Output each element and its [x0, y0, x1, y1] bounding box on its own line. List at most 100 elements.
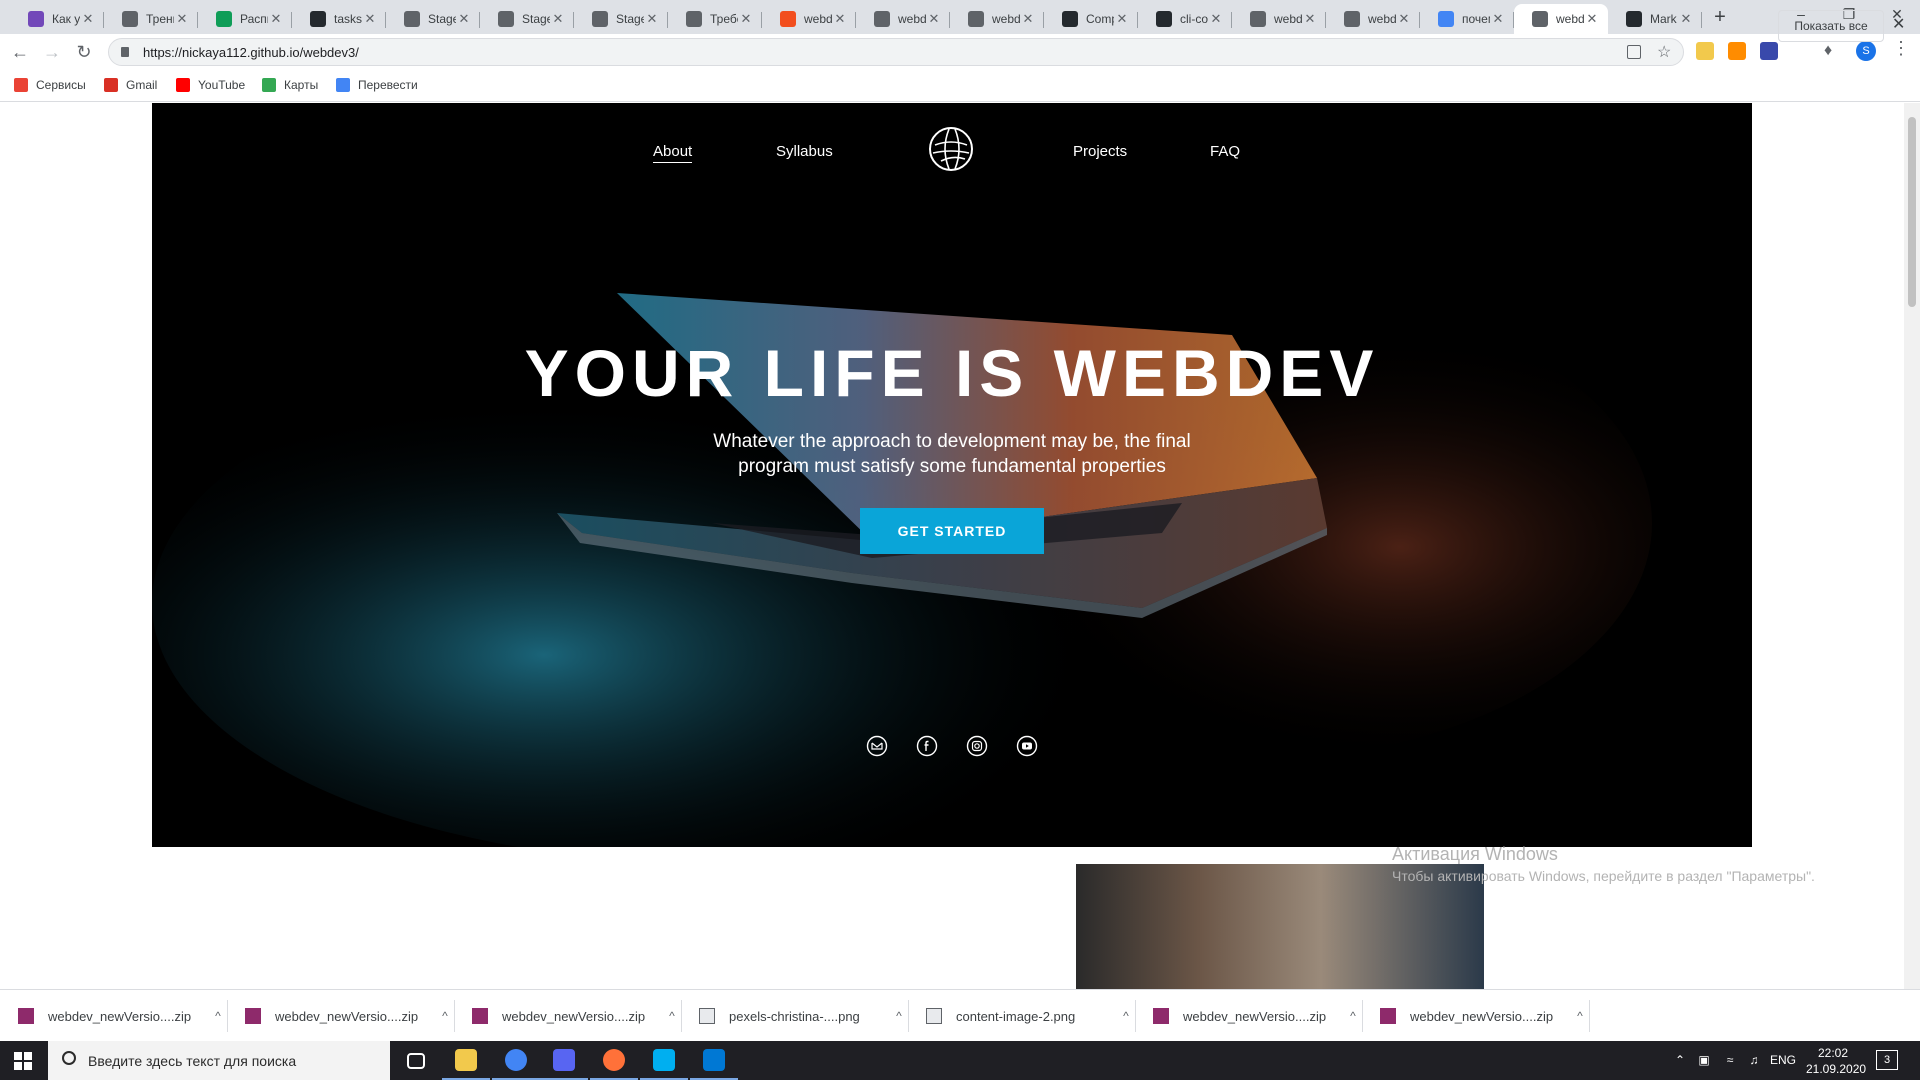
chevron-up-icon[interactable]: ^ — [1116, 1009, 1136, 1023]
close-tab-icon[interactable]: ✕ — [738, 11, 754, 27]
browser-tab[interactable]: cli-co ✕ — [1138, 4, 1232, 34]
browser-tab[interactable]: Stage✕ — [480, 4, 574, 34]
download-item[interactable]: webdev_newVersio....zip ^ — [0, 990, 228, 1042]
close-downloads-button[interactable]: ✕ — [1892, 14, 1905, 34]
close-tab-icon[interactable]: ✕ — [80, 11, 96, 27]
nav-syllabus[interactable]: Syllabus — [776, 143, 833, 160]
browser-tab[interactable]: webd ✕ — [856, 4, 950, 34]
chevron-up-icon[interactable]: ^ — [1570, 1009, 1590, 1023]
tab-title: почем — [1462, 12, 1490, 26]
close-tab-icon[interactable]: ✕ — [1020, 11, 1036, 27]
tray-chevron-icon[interactable]: ⌃ — [1672, 1053, 1688, 1069]
nav-projects[interactable]: Projects — [1073, 143, 1127, 160]
close-tab-icon[interactable]: ✕ — [1584, 11, 1600, 27]
browser-tab[interactable]: Comp✕ — [1044, 4, 1138, 34]
facebook-icon[interactable] — [916, 735, 938, 757]
profile-avatar[interactable]: S — [1856, 41, 1876, 61]
back-button[interactable]: ← — [8, 40, 32, 64]
download-item[interactable]: content-image-2.png ^ — [908, 990, 1136, 1042]
browser-tab[interactable]: Как у ✕ — [10, 4, 104, 34]
browser-tab[interactable]: tasks/✕ — [292, 4, 386, 34]
mail-icon[interactable] — [866, 735, 888, 757]
instagram-icon[interactable] — [966, 735, 988, 757]
site-logo-icon[interactable] — [927, 125, 975, 173]
download-item[interactable]: webdev_newVersio....zip ^ — [1362, 990, 1590, 1042]
close-tab-icon[interactable]: ✕ — [1302, 11, 1318, 27]
browser-tab[interactable]: webd ✕ — [762, 4, 856, 34]
bookmark-item[interactable]: Сервисы — [14, 78, 86, 92]
close-tab-icon[interactable]: ✕ — [456, 11, 472, 27]
browser-tab[interactable]: webd ✕ — [1326, 4, 1420, 34]
extension-icon[interactable] — [1696, 42, 1714, 60]
taskbar-app[interactable] — [640, 1041, 688, 1080]
nav-faq[interactable]: FAQ — [1210, 143, 1240, 160]
close-tab-icon[interactable]: ✕ — [1678, 11, 1694, 27]
download-item[interactable]: webdev_newVersio....zip ^ — [227, 990, 455, 1042]
download-item[interactable]: pexels-christina-....png ^ — [681, 990, 909, 1042]
address-bar[interactable]: https://nickaya112.github.io/webdev3/ ☆ — [108, 38, 1684, 66]
tray-wifi-icon[interactable]: ≈ — [1722, 1053, 1738, 1069]
close-tab-icon[interactable]: ✕ — [174, 11, 190, 27]
browser-tab[interactable]: Трени✕ — [104, 4, 198, 34]
browser-tab[interactable]: webd ✕ — [1514, 4, 1608, 34]
chevron-up-icon[interactable]: ^ — [889, 1009, 909, 1023]
close-tab-icon[interactable]: ✕ — [1208, 11, 1224, 27]
chevron-up-icon[interactable]: ^ — [435, 1009, 455, 1023]
close-tab-icon[interactable]: ✕ — [1490, 11, 1506, 27]
bookmark-item[interactable]: YouTube — [176, 78, 245, 92]
get-started-button[interactable]: GET STARTED — [860, 508, 1044, 554]
page-scrollbar[interactable] — [1904, 103, 1920, 989]
show-all-downloads-button[interactable]: Показать все — [1778, 10, 1884, 42]
url-text[interactable]: https://nickaya112.github.io/webdev3/ — [143, 45, 359, 60]
chevron-up-icon[interactable]: ^ — [208, 1009, 228, 1023]
close-tab-icon[interactable]: ✕ — [362, 11, 378, 27]
clock[interactable]: 22:02 21.09.2020 — [1806, 1045, 1866, 1077]
close-tab-icon[interactable]: ✕ — [832, 11, 848, 27]
menu-icon[interactable]: ⋮ — [1892, 38, 1910, 59]
youtube-icon[interactable] — [1016, 735, 1038, 757]
browser-tab[interactable]: Mark ✕ — [1608, 4, 1702, 34]
reload-button[interactable]: ↻ — [72, 40, 96, 64]
extensions-puzzle-icon[interactable]: ♦ — [1824, 42, 1832, 60]
taskbar-app[interactable] — [492, 1041, 540, 1080]
taskbar-app[interactable] — [690, 1041, 738, 1080]
bookmark-item[interactable]: Gmail — [104, 78, 157, 92]
extension-icon[interactable] — [1760, 42, 1778, 60]
forward-button[interactable]: → — [40, 40, 64, 64]
browser-tab[interactable]: webd ✕ — [1232, 4, 1326, 34]
browser-tab[interactable]: почем✕ — [1420, 4, 1514, 34]
new-tab-button[interactable]: + — [1708, 6, 1732, 30]
close-tab-icon[interactable]: ✕ — [268, 11, 284, 27]
close-tab-icon[interactable]: ✕ — [1114, 11, 1130, 27]
close-tab-icon[interactable]: ✕ — [1396, 11, 1412, 27]
browser-tab[interactable]: Требо✕ — [668, 4, 762, 34]
browser-tab[interactable]: Stage✕ — [574, 4, 668, 34]
windows-start-icon[interactable] — [14, 1052, 32, 1070]
chevron-up-icon[interactable]: ^ — [1343, 1009, 1363, 1023]
nav-about[interactable]: About — [653, 143, 693, 163]
taskbar-app[interactable] — [392, 1041, 440, 1080]
download-item[interactable]: webdev_newVersio....zip ^ — [1135, 990, 1363, 1042]
browser-tab[interactable]: Stage✕ — [386, 4, 480, 34]
browser-tab[interactable]: webd ✕ — [950, 4, 1044, 34]
taskbar-app[interactable] — [540, 1041, 588, 1080]
close-tab-icon[interactable]: ✕ — [644, 11, 660, 27]
download-item[interactable]: webdev_newVersio....zip ^ — [454, 990, 682, 1042]
chevron-up-icon[interactable]: ^ — [662, 1009, 682, 1023]
browser-tab[interactable]: Распи✕ — [198, 4, 292, 34]
bookmark-item[interactable]: Карты — [262, 78, 318, 92]
bookmark-star-icon[interactable]: ☆ — [1657, 42, 1671, 62]
extension-icon[interactable] — [1728, 42, 1746, 60]
taskbar-app[interactable] — [590, 1041, 638, 1080]
taskbar-app[interactable] — [442, 1041, 490, 1080]
scrollbar-thumb[interactable] — [1908, 117, 1916, 307]
tray-volume-icon[interactable]: ♫ — [1746, 1053, 1762, 1069]
translate-icon[interactable] — [1627, 45, 1641, 59]
bookmark-item[interactable]: Перевести — [336, 78, 418, 92]
close-tab-icon[interactable]: ✕ — [926, 11, 942, 27]
taskbar-search-box[interactable]: Введите здесь текст для поиска — [48, 1041, 390, 1080]
tray-network-icon[interactable]: ▣ — [1696, 1053, 1712, 1069]
notifications-icon[interactable]: 3 — [1876, 1050, 1898, 1070]
close-tab-icon[interactable]: ✕ — [550, 11, 566, 27]
input-language[interactable]: ENG — [1770, 1053, 1796, 1067]
